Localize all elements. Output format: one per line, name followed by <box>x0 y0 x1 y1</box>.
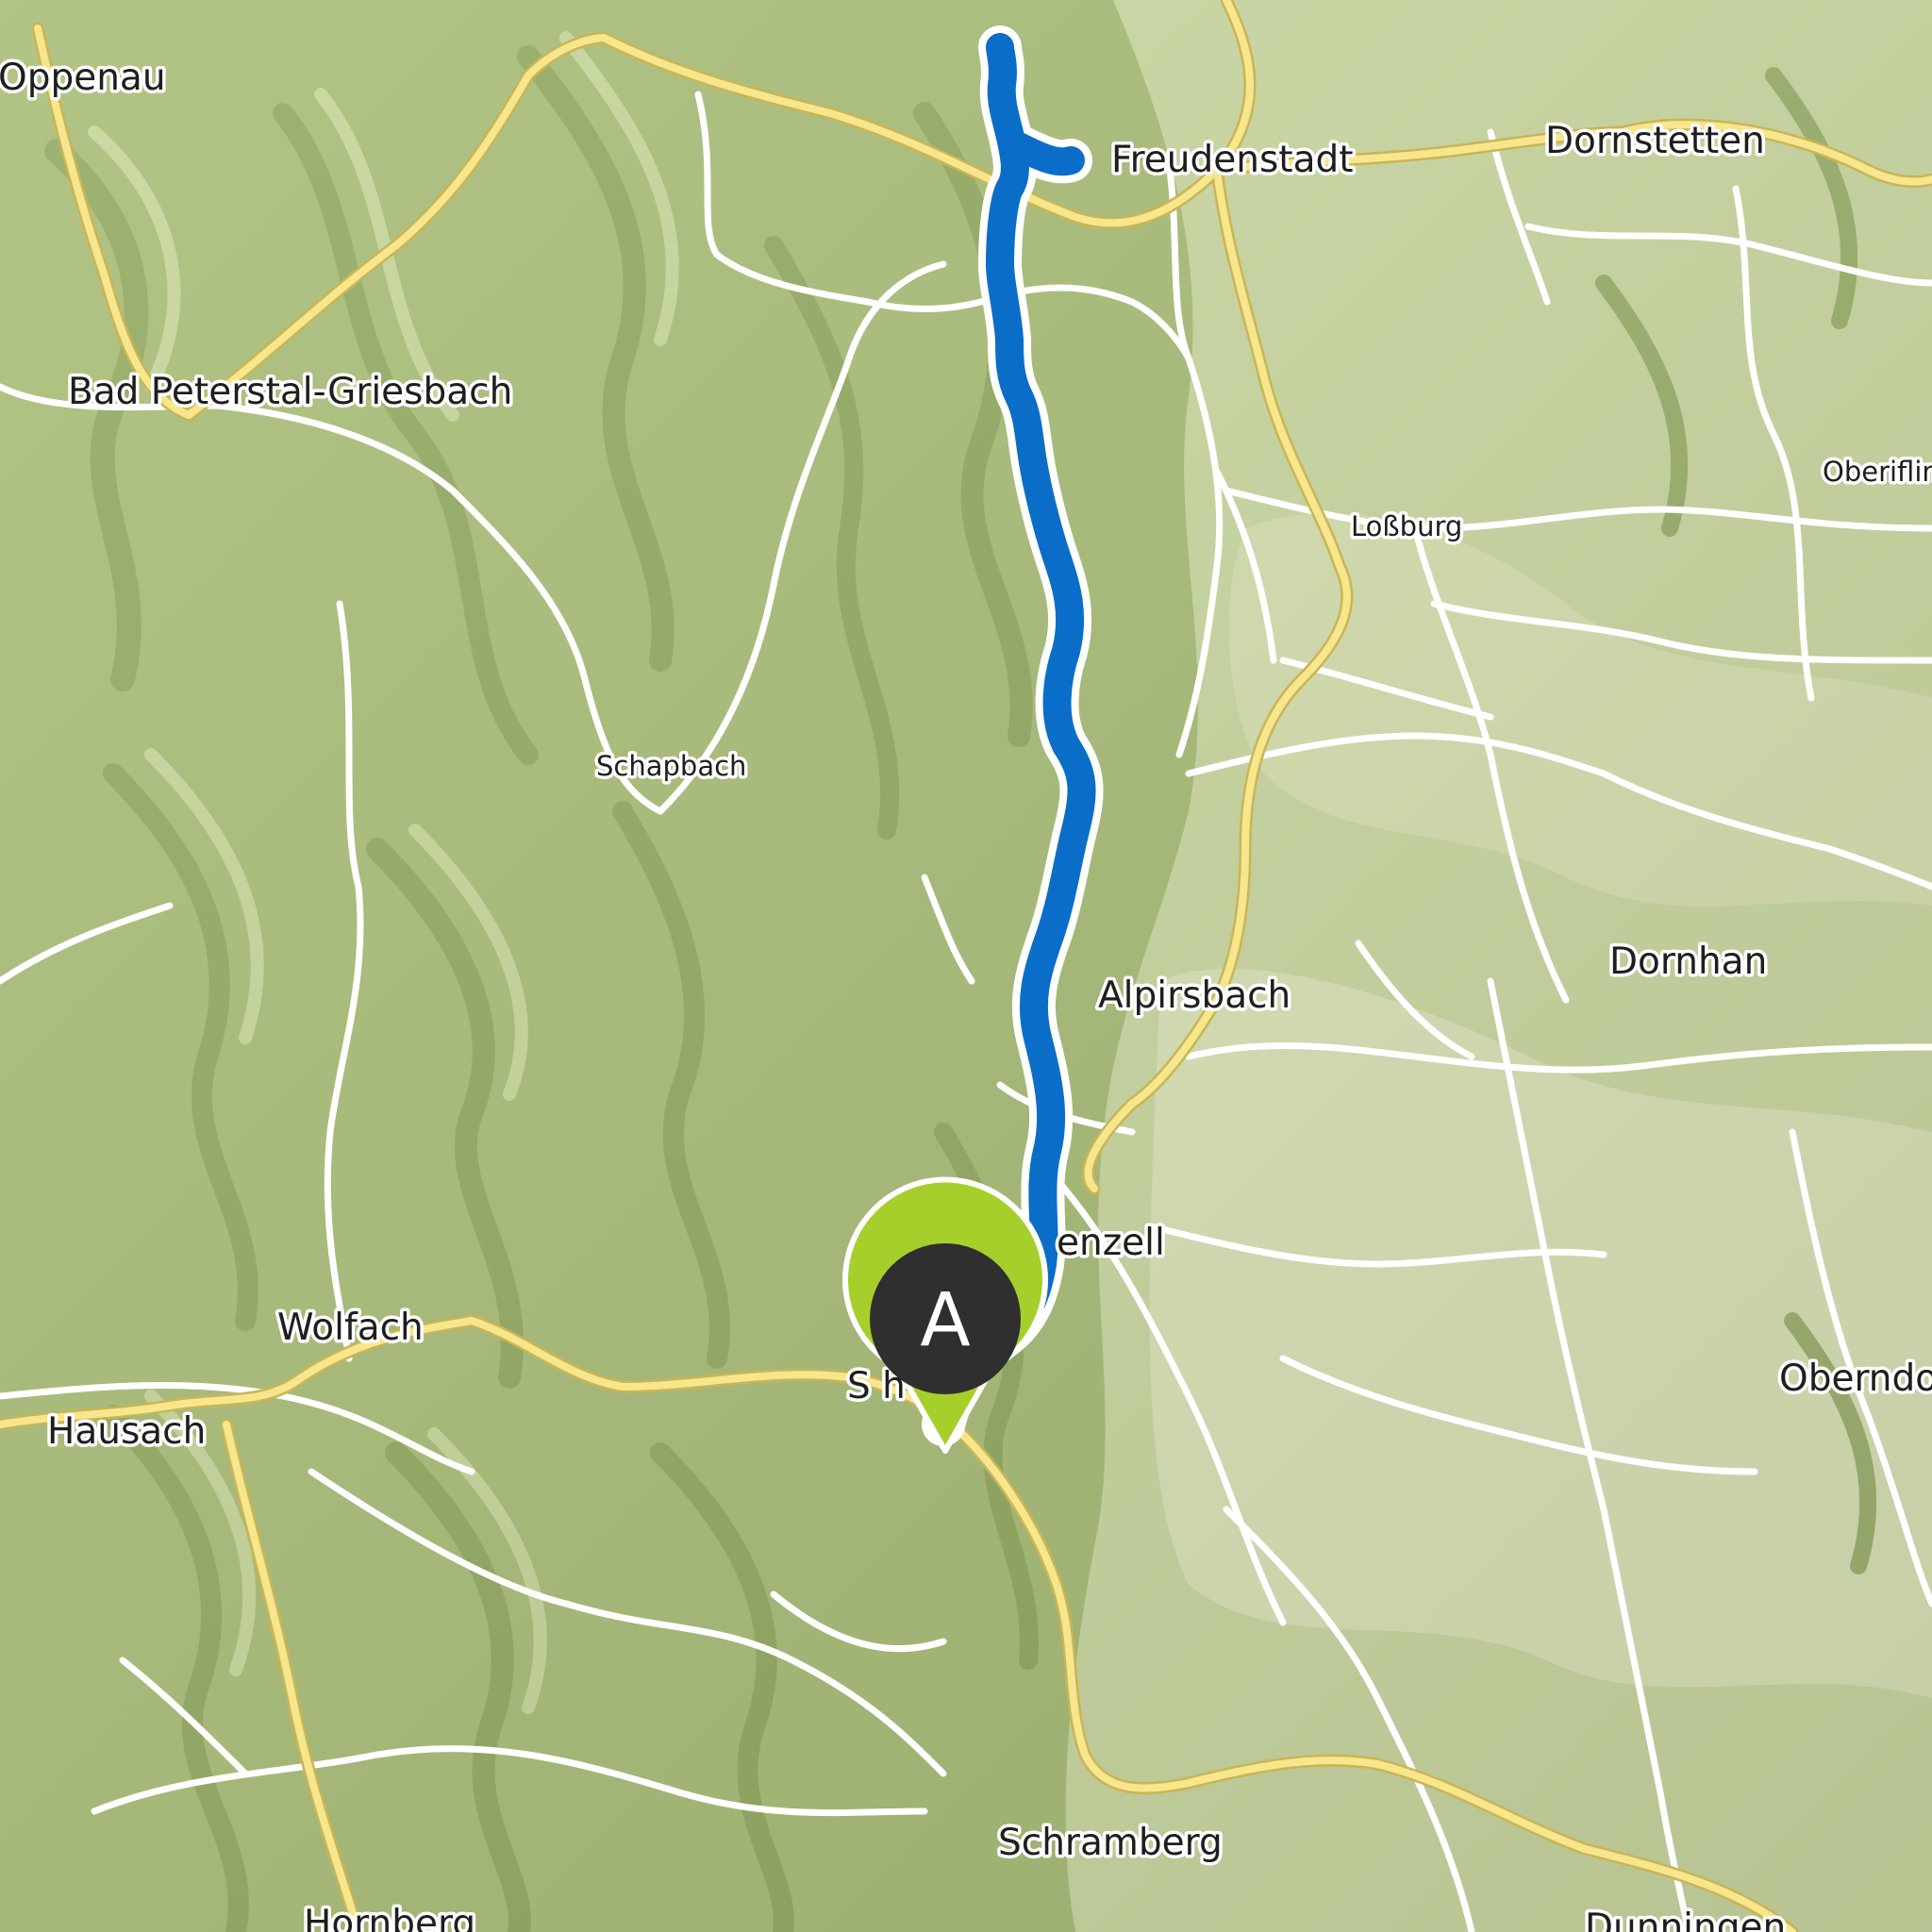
place-label-schramberg: Schramberg <box>998 1822 1223 1864</box>
place-label-dornhan: Dornhan <box>1609 941 1767 983</box>
place-label-oppenau: Oppenau <box>0 57 166 99</box>
place-label-hausach: Hausach <box>47 1410 206 1453</box>
place-label-alpirsbach: Alpirsbach <box>1098 974 1291 1017</box>
place-label-wolfach: Wolfach <box>277 1307 424 1349</box>
place-label-dornstetten: Dornstetten <box>1545 120 1765 162</box>
map-canvas: Oppenau Freudenstadt Dornstetten Bad Pet… <box>0 0 1932 1932</box>
start-marker-letter: A <box>920 1278 970 1363</box>
place-label-freudenstadt: Freudenstadt <box>1111 139 1354 181</box>
place-label-ehlenzell: enzell <box>1057 1222 1165 1264</box>
place-label-schapbach: Schapbach <box>596 750 746 782</box>
place-label-dunningen: Dunningen <box>1585 1907 1786 1932</box>
place-label-hornberg: Hornberg <box>304 1903 475 1932</box>
map-view[interactable]: Oppenau Freudenstadt Dornstetten Bad Pet… <box>0 0 1932 1932</box>
place-label-lossburg: Loßburg <box>1351 510 1462 542</box>
place-label-bad-peterstal-griesbach: Bad Peterstal-Griesbach <box>68 371 512 413</box>
place-label-oberndorf: Oberndo <box>1779 1357 1932 1400</box>
place-label-oberiflin: Oberiflin <box>1823 456 1932 488</box>
